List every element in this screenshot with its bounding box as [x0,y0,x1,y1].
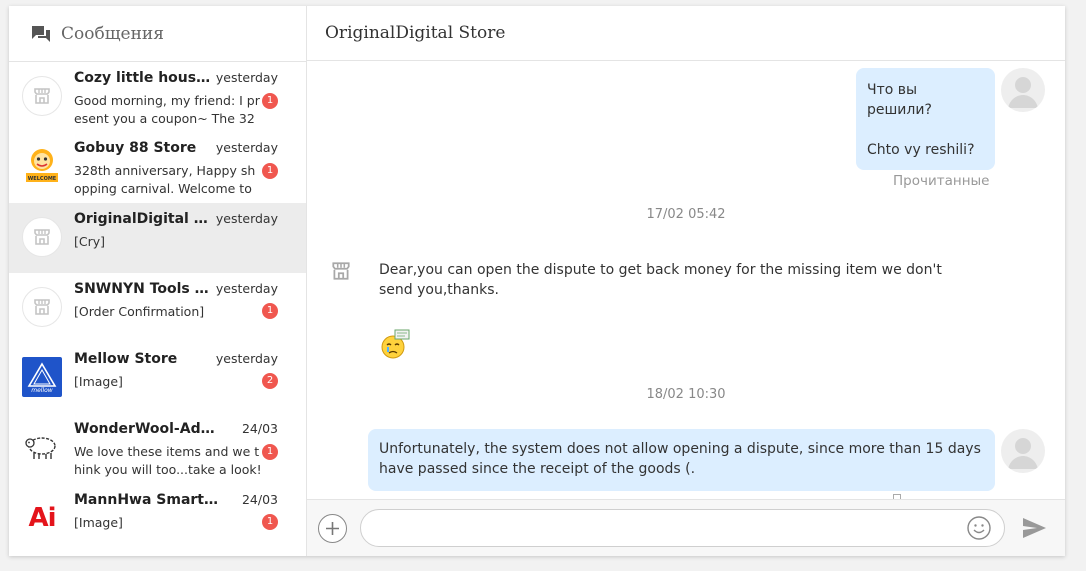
message-timestamp: 18/02 10:30 [646,387,726,402]
user-avatar [1001,68,1045,112]
message-text: Unfortunately, the system does not allow… [379,441,981,477]
unread-badge: 1 [262,513,278,530]
mellow-logo: mellow [22,357,62,398]
send-icon[interactable] [1021,516,1047,540]
sidebar-title: Сообщения [61,23,164,44]
conversation-item[interactable]: WonderWool-Adult ... 24/03 We love these… [9,413,306,483]
conversation-item[interactable]: Ai MannHwa Smart Ho... 24/03 [Image] 1 [9,484,306,554]
conversation-item[interactable]: Cozy little house ... yesterday Good mor… [9,62,306,132]
conversation-time: yesterday [215,351,278,367]
conversation-item[interactable]: SNWNYN Tools S... yesterday [Order Confi… [9,273,306,343]
user-icon [1008,77,1038,108]
store-icon [22,76,62,116]
outgoing-message: Что вы решили? Chto vy reshili? [856,68,995,170]
unread-badge: 1 [262,444,278,461]
conversation-list: Cozy little house ... yesterday Good mor… [9,62,306,556]
message-area[interactable]: Что вы решили? Chto vy reshili? Прочитан… [307,61,1065,499]
conversation-time: 24/03 [241,421,278,437]
welcome-mascot-logo: WELCOME [22,146,62,186]
conversation-time: yesterday [215,210,278,226]
conversation-time: yesterday [215,140,278,156]
conversation-time: 24/03 [241,491,278,507]
ai-logo: Ai [22,498,62,538]
user-avatar [1001,429,1045,473]
conversation-item[interactable]: mellow Mellow Store yesterday [Image] 2 [9,343,306,413]
unread-badge: 1 [262,163,278,180]
conversation-name: Cozy little house ... [74,70,212,86]
conversation-name: Gobuy 88 Store [74,140,197,157]
conversation-preview: [Image] [74,374,123,390]
conversation-name: MannHwa Smart Ho... [74,491,219,508]
conversation-time: yesterday [215,70,278,85]
plus-icon [326,521,339,535]
store-avatar [323,253,359,289]
conversation-preview: [Order Confirmation] [74,303,205,319]
conversation-preview: [Image] [74,514,123,530]
unread-badge: 1 [262,302,278,319]
conversation-preview: [Cry] [74,233,106,249]
message-input[interactable] [360,509,1005,547]
incoming-message: Dear,you can open the dispute to get bac… [379,262,942,298]
chat-header: OriginalDigital Store [307,6,1065,61]
cry-emoji-icon [379,328,411,364]
emoji-picker-icon[interactable] [966,515,992,541]
conversation-name: Mellow Store [74,351,178,368]
messages-icon [32,25,50,42]
message-text-line: Chto vy reshili? [867,142,975,158]
message-input-bar [307,499,1065,556]
conversation-preview: We love these items and we think you wil… [74,444,262,477]
conversation-name: WonderWool-Adult ... [74,421,219,438]
mellow-logo-text: mellow [31,386,53,394]
store-icon [22,286,62,327]
conversation-item[interactable]: WELCOME Gobuy 88 Store yesterday 328th a… [9,132,306,202]
sidebar-header: Сообщения [9,6,306,62]
sheep-logo [22,427,62,467]
chat-store-title: OriginalDigital Store [325,23,506,43]
add-attachment-button[interactable] [318,513,347,543]
conversation-item-active[interactable]: OriginalDigital St... yesterday [Cry] [9,202,306,273]
unread-badge: 1 [262,93,278,109]
outgoing-message: Unfortunately, the system does not allow… [368,429,995,491]
messenger-window: Сообщения Cozy little house ... yesterda… [9,6,1065,556]
chat-panel: OriginalDigital Store Что вы решили? Cht… [307,6,1065,556]
ai-logo-text: Ai [28,502,56,533]
welcome-logo-text: WELCOME [27,176,57,183]
conversation-name: SNWNYN Tools S... [74,280,212,297]
conversation-time: yesterday [215,280,278,296]
conversation-sidebar: Сообщения Cozy little house ... yesterda… [9,6,307,556]
message-text-line: Что вы решили? [867,82,932,118]
unread-badge: 2 [262,373,278,390]
conversation-preview: 328th anniversary, Happy shopping carniv… [74,163,256,196]
conversation-preview: Good morning, my friend: I present you a… [74,93,260,126]
user-icon [1008,438,1038,469]
conversation-name: OriginalDigital St... [74,210,212,227]
store-icon [332,262,350,280]
read-status: Прочитанные [893,173,990,189]
store-icon [22,216,62,257]
message-timestamp: 17/02 05:42 [646,207,726,222]
